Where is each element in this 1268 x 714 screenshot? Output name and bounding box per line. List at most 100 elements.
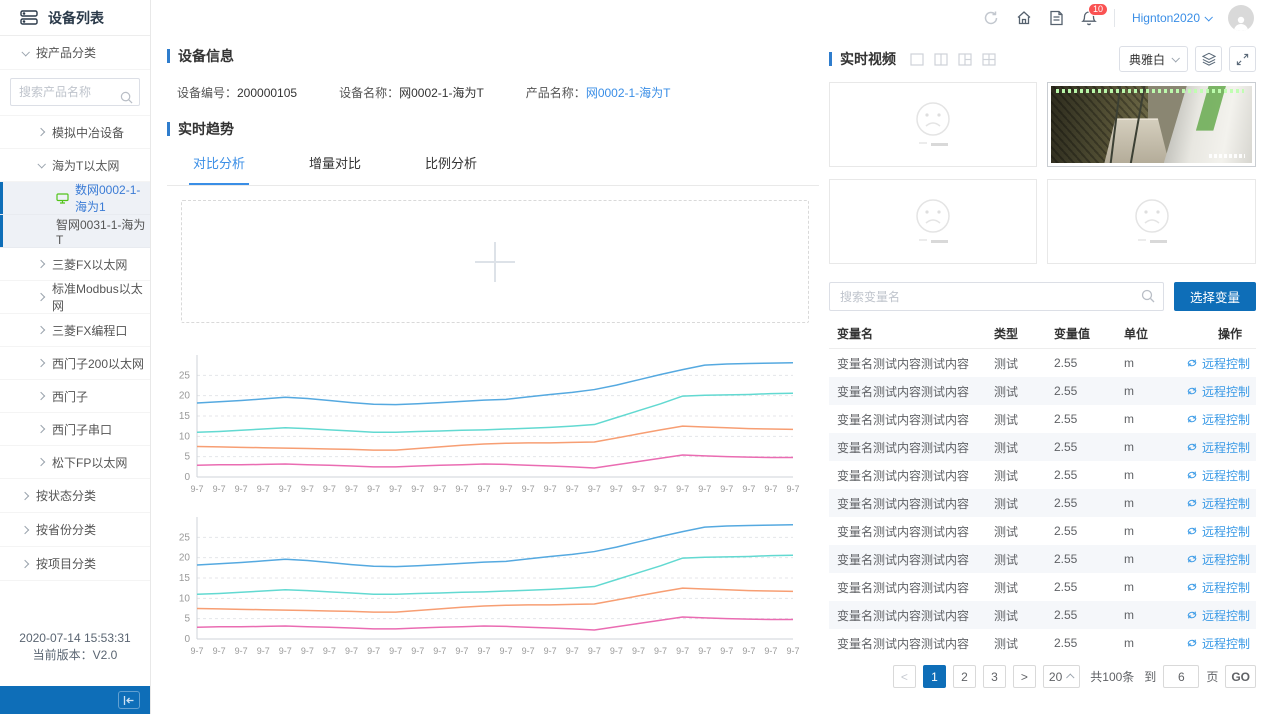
add-chart-placeholder[interactable] <box>181 200 809 323</box>
tree-group[interactable]: 西门子 <box>0 380 150 413</box>
video-cell-4[interactable] <box>1047 179 1256 264</box>
remote-control-icon <box>1186 525 1198 537</box>
layout-2-icon[interactable] <box>934 53 948 66</box>
cell-variable-name: 变量名测试内容测试内容 <box>837 523 994 540</box>
tab-比例分析[interactable]: 比例分析 <box>421 147 481 185</box>
chevron-right-icon <box>37 260 45 268</box>
svg-text:9-7: 9-7 <box>213 646 226 656</box>
remote-control-link[interactable]: 远程控制 <box>1186 495 1256 512</box>
video-cell-2[interactable] <box>1047 82 1256 167</box>
tree-section[interactable]: 按项目分类 <box>0 547 150 581</box>
cell-variable-name: 变量名测试内容测试内容 <box>837 411 994 428</box>
collapse-sidebar-icon[interactable] <box>118 691 140 709</box>
go-button[interactable]: GO <box>1225 665 1256 688</box>
table-row: 变量名测试内容测试内容测试2.55m远程控制 <box>829 377 1256 405</box>
avatar[interactable] <box>1228 5 1254 31</box>
topbar: 10 Hignton2020 <box>151 0 1268 36</box>
page-button-3[interactable]: 3 <box>983 665 1006 688</box>
refresh-icon[interactable] <box>983 10 999 26</box>
chevron-up-icon <box>1066 673 1074 681</box>
tree-device[interactable]: 智网0031-1-海为T <box>0 215 150 248</box>
page-button-1[interactable]: 1 <box>923 665 946 688</box>
layers-button[interactable] <box>1195 46 1222 72</box>
select-variable-button[interactable]: 选择变量 <box>1174 282 1256 311</box>
tree-section[interactable]: 按省份分类 <box>0 513 150 547</box>
svg-text:9-7: 9-7 <box>323 484 336 494</box>
plus-icon <box>494 242 496 282</box>
notifications-button[interactable]: 10 <box>1081 10 1097 27</box>
tree-group[interactable]: 三菱FX编程口 <box>0 314 150 347</box>
tree-section[interactable]: 按状态分类 <box>0 479 150 513</box>
video-grid <box>829 82 1256 264</box>
remote-control-link[interactable]: 远程控制 <box>1186 439 1256 456</box>
svg-text:9-7: 9-7 <box>367 484 380 494</box>
column-header-3: 变量值 <box>1054 325 1124 342</box>
tree-group[interactable]: 西门子串口 <box>0 413 150 446</box>
tree-group[interactable]: 三菱FX以太网 <box>0 248 150 281</box>
svg-text:9-7: 9-7 <box>257 646 270 656</box>
tree-group[interactable]: 海为T以太网 <box>0 149 150 182</box>
remote-control-label: 远程控制 <box>1202 551 1250 568</box>
remote-control-link[interactable]: 远程控制 <box>1186 523 1256 540</box>
svg-text:9-7: 9-7 <box>389 646 402 656</box>
svg-text:9-7: 9-7 <box>786 646 799 656</box>
video-cell-1[interactable] <box>829 82 1038 167</box>
home-icon[interactable] <box>1016 10 1032 26</box>
fullscreen-button[interactable] <box>1229 46 1256 72</box>
tab-对比分析[interactable]: 对比分析 <box>189 147 249 185</box>
cell-value: 2.55 <box>1054 608 1124 622</box>
prev-page-button[interactable]: < <box>893 665 916 688</box>
tab-增量对比[interactable]: 增量对比 <box>305 147 365 185</box>
remote-control-link[interactable]: 远程控制 <box>1186 355 1256 372</box>
tree-group[interactable]: 西门子200以太网 <box>0 347 150 380</box>
layout-4-icon[interactable] <box>982 53 996 66</box>
tree-item-label: 三菱FX编程口 <box>52 322 127 339</box>
cell-unit: m <box>1124 524 1186 538</box>
tree-device[interactable]: 数网0002-1-海为1 <box>0 182 150 215</box>
video-theme-select[interactable]: 典雅白 <box>1119 46 1188 72</box>
jump-page-input[interactable] <box>1163 665 1199 688</box>
variable-search-input[interactable] <box>829 282 1164 311</box>
svg-text:9-7: 9-7 <box>257 484 270 494</box>
chevron-right-icon <box>21 525 29 533</box>
document-icon[interactable] <box>1049 10 1064 26</box>
sidebar-footer: 2020-07-14 15:53:31 当前版本：V2.0 <box>0 630 150 686</box>
page-button-2[interactable]: 2 <box>953 665 976 688</box>
tree-section[interactable]: 按产品分类 <box>0 36 150 70</box>
remote-control-link[interactable]: 远程控制 <box>1186 383 1256 400</box>
remote-control-link[interactable]: 远程控制 <box>1186 551 1256 568</box>
table-row: 变量名测试内容测试内容测试2.55m远程控制 <box>829 629 1256 657</box>
svg-text:9-7: 9-7 <box>455 646 468 656</box>
tree-group[interactable]: 模拟中冶设备 <box>0 116 150 149</box>
tree-group[interactable]: 标准Modbus以太网 <box>0 281 150 314</box>
device-info-value: 200000105 <box>237 86 297 100</box>
remote-control-link[interactable]: 远程控制 <box>1186 635 1256 652</box>
chevron-down-icon <box>1204 13 1212 21</box>
svg-text:9-7: 9-7 <box>588 484 601 494</box>
table-row: 变量名测试内容测试内容测试2.55m远程控制 <box>829 601 1256 629</box>
cell-variable-name: 变量名测试内容测试内容 <box>837 635 994 652</box>
cell-value: 2.55 <box>1054 580 1124 594</box>
svg-text:9-7: 9-7 <box>676 646 689 656</box>
page-size-select[interactable]: 20 <box>1043 665 1080 688</box>
video-cell-3[interactable] <box>829 179 1038 264</box>
page-size-value: 20 <box>1049 670 1062 684</box>
remote-control-link[interactable]: 远程控制 <box>1186 411 1256 428</box>
cell-variable-name: 变量名测试内容测试内容 <box>837 355 994 372</box>
fullscreen-icon <box>1236 53 1249 66</box>
device-list-icon <box>20 10 38 25</box>
device-info-field: 设备编号：200000105 <box>177 84 297 101</box>
svg-text:9-7: 9-7 <box>500 484 513 494</box>
remote-control-link[interactable]: 远程控制 <box>1186 607 1256 624</box>
cell-unit: m <box>1124 384 1186 398</box>
cell-unit: m <box>1124 440 1186 454</box>
user-menu[interactable]: Hignton2020 <box>1132 11 1211 25</box>
remote-control-link[interactable]: 远程控制 <box>1186 467 1256 484</box>
remote-control-link[interactable]: 远程控制 <box>1186 579 1256 596</box>
video-header: 实时视频 <box>829 46 1256 72</box>
tree-group[interactable]: 松下FP以太网 <box>0 446 150 479</box>
layout-3-icon[interactable] <box>958 53 972 66</box>
next-page-button[interactable]: > <box>1013 665 1036 688</box>
product-name-link[interactable]: 网0002-1-海为T <box>586 86 671 100</box>
layout-1-icon[interactable] <box>910 53 924 66</box>
